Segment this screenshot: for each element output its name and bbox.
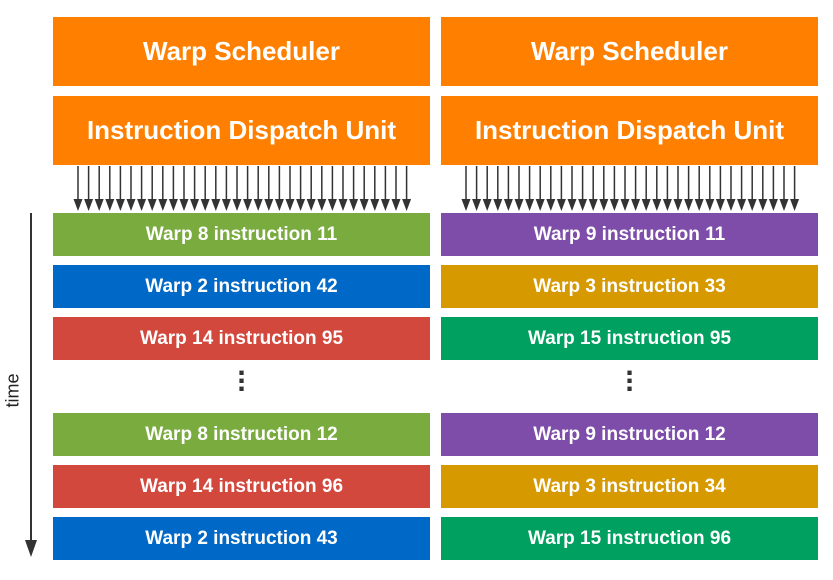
instruction-dispatch-unit: Instruction Dispatch Unit [53,96,430,165]
dispatch-arrowhead [232,199,242,211]
warp-scheduler: Warp Scheduler [441,17,818,86]
dispatch-arrowhead [758,199,768,211]
dispatch-arrowhead [790,199,800,211]
dispatch-arrowhead [694,199,704,211]
dispatch-arrowhead [747,199,757,211]
dispatch-arrowhead [535,199,545,211]
dispatch-arrowhead [620,199,630,211]
dispatch-arrowhead [482,199,492,211]
dispatch-arrowhead [514,199,524,211]
instruction-dispatch-unit: Instruction Dispatch Unit [441,96,818,165]
dispatch-arrowhead [359,199,369,211]
dispatch-arrowhead [588,199,598,211]
dispatch-arrowhead [147,199,157,211]
dispatch-arrowhead [73,199,83,211]
instruction-slot: Warp 8 instruction 11 [53,213,430,256]
dispatch-arrowhead [705,199,715,211]
dispatch-arrowhead [274,199,284,211]
ellipsis-dots: . . . [625,349,634,398]
dispatch-arrowhead [578,199,588,211]
dispatch-arrowhead [94,199,104,211]
dispatch-arrowhead [546,199,556,211]
dispatch-arrowhead [190,199,200,211]
instruction-slot: Warp 9 instruction 11 [441,213,818,256]
instruction-slot: Warp 3 instruction 33 [441,265,818,308]
dispatch-arrowhead [673,199,683,211]
dispatch-arrowhead [472,199,482,211]
dispatch-arrowhead [179,199,189,211]
dispatch-arrowhead [115,199,125,211]
instruction-slot: Warp 2 instruction 42 [53,265,430,308]
instruction-slot: Warp 8 instruction 12 [53,413,430,456]
dispatch-arrowhead [715,199,725,211]
dispatch-arrowhead [137,199,147,211]
dispatch-arrowhead [609,199,619,211]
dispatch-arrowhead [200,199,210,211]
dispatch-arrowhead [641,199,651,211]
dispatch-arrowhead [243,199,253,211]
dispatch-arrowhead [126,199,136,211]
instruction-slot: Warp 3 instruction 34 [441,465,818,508]
dispatch-arrowhead [264,199,274,211]
dispatch-arrowhead [285,199,295,211]
dispatch-arrowhead [525,199,535,211]
dispatch-arrowhead [662,199,672,211]
dispatch-arrowhead [737,199,747,211]
dispatch-arrowhead [327,199,337,211]
warp-scheduler: Warp Scheduler [53,17,430,86]
dispatch-arrowhead [221,199,231,211]
dispatch-arrowhead [158,199,168,211]
instruction-slot: Warp 14 instruction 96 [53,465,430,508]
dispatch-arrowhead [84,199,94,211]
dispatch-arrowhead [306,199,316,211]
dispatch-arrowhead [567,199,577,211]
dispatch-arrowhead [461,199,471,211]
dispatch-arrowhead [211,199,221,211]
time-arrowhead [25,540,37,557]
instruction-slot: Warp 15 instruction 96 [441,517,818,560]
dispatch-arrowhead [380,199,390,211]
instruction-slot: Warp 2 instruction 43 [53,517,430,560]
dispatch-arrowhead [631,199,641,211]
dispatch-arrowhead [779,199,789,211]
dispatch-arrowhead [503,199,513,211]
dispatch-arrowhead [556,199,566,211]
dispatch-arrowhead [391,199,401,211]
dispatch-arrowhead [768,199,778,211]
dispatch-arrowhead [338,199,348,211]
time-label: time [2,373,23,408]
dispatch-arrowhead [652,199,662,211]
dispatch-arrowhead [105,199,115,211]
dispatch-arrowhead [402,199,412,211]
dispatch-arrowhead [168,199,178,211]
dispatch-arrowhead [726,199,736,211]
instruction-slot: Warp 9 instruction 12 [441,413,818,456]
dispatch-arrowhead [684,199,694,211]
dispatch-arrowhead [296,199,306,211]
dispatch-arrowhead [349,199,359,211]
ellipsis-dots: . . . [237,349,246,398]
dispatch-arrowhead [253,199,263,211]
dispatch-arrowhead [599,199,609,211]
dispatch-arrowhead [370,199,380,211]
dispatch-arrowhead [493,199,503,211]
dispatch-arrowhead [317,199,327,211]
